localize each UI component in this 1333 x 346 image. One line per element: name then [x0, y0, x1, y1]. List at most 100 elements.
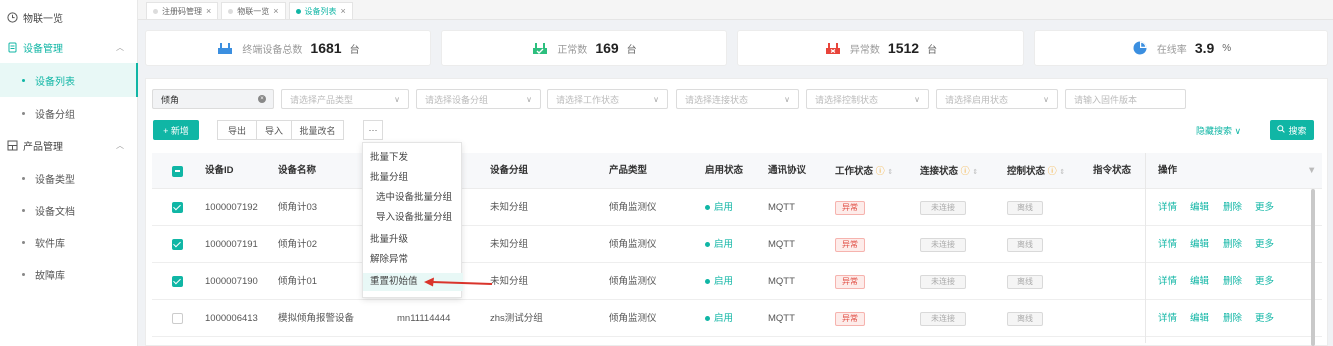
info-icon[interactable]: ⓘ [876, 166, 885, 176]
row-checkbox[interactable] [172, 239, 183, 250]
detail-link[interactable]: 详情 [1158, 263, 1177, 300]
cell-device-id: 1000007190 [205, 276, 258, 287]
info-icon[interactable]: ⓘ [1048, 166, 1057, 176]
sort-icon[interactable]: ⇕ [887, 169, 893, 176]
sort-icon[interactable]: ⇕ [972, 169, 978, 176]
header-label: 连接状态 [920, 166, 959, 177]
header-product-type: 产品类型 [609, 165, 648, 176]
table-row[interactable]: 1000007192 倾角计03 未知分组 倾角监测仪 启用 MQTT 异常 未… [152, 189, 1322, 226]
header-connect-status[interactable]: 连接状态 ⓘ ⇕ [920, 153, 978, 189]
firmware-version-input[interactable]: 请输入固件版本 [1065, 89, 1186, 109]
device-group-select[interactable]: 请选择设备分组 ∨ [416, 89, 541, 109]
stat-unit: 台 [626, 44, 637, 56]
cell-product-type: 倾角监测仪 [609, 239, 657, 250]
more-actions-button[interactable]: ··· [363, 120, 383, 140]
more-link[interactable]: 更多 [1255, 263, 1274, 300]
header-actions: 操作 [1158, 165, 1178, 176]
stat-value: 1512 [887, 40, 920, 56]
sidebar-item-device-list[interactable]: 设备列表 [0, 63, 138, 97]
more-link[interactable]: 更多 [1255, 300, 1274, 337]
row-checkbox[interactable] [172, 313, 183, 324]
edit-link[interactable]: 编辑 [1190, 300, 1209, 337]
clear-icon[interactable]: × [258, 95, 266, 103]
detail-link[interactable]: 详情 [1158, 189, 1177, 226]
sidebar-item-label: 设备列表 [35, 76, 75, 88]
cell-product-type: 倾角监测仪 [609, 202, 657, 213]
menu-item-clear-exception[interactable]: 解除异常 [363, 251, 463, 269]
stat-normal-devices: 正常数 169 台 [441, 30, 727, 66]
sidebar-group-device-management[interactable]: 设备管理 ︿ [0, 30, 138, 64]
connect-status-badge: 未连接 [920, 275, 966, 289]
menu-item-batch-group-import[interactable]: 导入设备批量分组 [363, 209, 463, 227]
tab-label: 注册码管理 [162, 6, 202, 16]
select-placeholder: 请选择产品类型 [290, 94, 354, 105]
cell-protocol: MQTT [768, 239, 795, 250]
delete-link[interactable]: 删除 [1223, 226, 1242, 263]
delete-link[interactable]: 删除 [1223, 189, 1242, 226]
edit-link[interactable]: 编辑 [1190, 189, 1209, 226]
delete-link[interactable]: 删除 [1223, 263, 1242, 300]
hide-search-toggle[interactable]: 隐藏搜索 ∨ [1196, 124, 1241, 137]
batch-rename-button[interactable]: 批量改名 [291, 120, 344, 140]
search-button[interactable]: 搜索 [1270, 120, 1314, 140]
menu-item-batch-group[interactable]: 批量分组 [363, 169, 463, 187]
header-control-status[interactable]: 控制状态 ⓘ ⇕ [1007, 153, 1065, 189]
menu-item-batch-upgrade[interactable]: 批量升级 [363, 231, 463, 249]
work-status-badge: 异常 [835, 201, 865, 215]
work-status-select[interactable]: 请选择工作状态 ∨ [547, 89, 668, 109]
tab-registration-code[interactable]: 注册码管理 × [146, 2, 219, 19]
keyword-filter-input[interactable]: 倾角 × [152, 89, 274, 109]
connect-status-select[interactable]: 请选择连接状态 ∨ [676, 89, 799, 109]
row-checkbox[interactable] [172, 276, 183, 287]
edit-link[interactable]: 编辑 [1190, 226, 1209, 263]
header-device-name: 设备名称 [278, 165, 317, 176]
header-protocol: 通讯协议 [768, 165, 807, 176]
row-checkbox[interactable] [172, 202, 183, 213]
detail-link[interactable]: 详情 [1158, 300, 1177, 337]
delete-link[interactable]: 删除 [1223, 300, 1242, 337]
sidebar-item-label: 设备管理 [23, 43, 63, 55]
more-link[interactable]: 更多 [1255, 189, 1274, 226]
product-type-select[interactable]: 请选择产品类型 ∨ [281, 89, 409, 109]
sidebar-item-device-docs[interactable]: 设备文档 [0, 193, 138, 227]
close-icon[interactable]: × [273, 6, 278, 16]
control-status-select[interactable]: 请选择控制状态 ∨ [806, 89, 929, 109]
header-work-status[interactable]: 工作状态 ⓘ ⇕ [835, 153, 893, 189]
select-placeholder: 请选择工作状态 [556, 94, 620, 105]
table-row[interactable]: 1000007190 倾角计01 未知分组 倾角监测仪 启用 MQTT 异常 未… [152, 263, 1322, 300]
tab-overview[interactable]: 物联一览 × [221, 2, 286, 19]
sidebar-item-overview[interactable]: 物联一览 [0, 0, 138, 34]
close-icon[interactable]: × [206, 6, 211, 16]
sidebar-item-device-type[interactable]: 设备类型 [0, 161, 138, 195]
filter-icon[interactable]: ▼ [1307, 153, 1316, 189]
menu-item-batch-dispatch[interactable]: 批量下发 [363, 149, 463, 167]
close-icon[interactable]: × [341, 6, 346, 16]
stat-unit: % [1222, 42, 1232, 54]
menu-item-batch-group-selected[interactable]: 选中设备批量分组 [363, 189, 463, 207]
cell-device-name: 倾角计01 [278, 276, 318, 287]
more-link[interactable]: 更多 [1255, 226, 1274, 263]
table-row[interactable]: 1000007191 倾角计02 未知分组 倾角监测仪 启用 MQTT 异常 未… [152, 226, 1322, 263]
sidebar-item-fault-library[interactable]: 故障库 [0, 257, 138, 291]
export-button[interactable]: 导出 [217, 120, 257, 140]
enable-label: 启用 [714, 276, 734, 287]
edit-link[interactable]: 编辑 [1190, 263, 1209, 300]
sidebar-item-software-library[interactable]: 软件库 [0, 225, 138, 259]
enable-status-select[interactable]: 请选择启用状态 ∨ [936, 89, 1058, 109]
enable-label: 启用 [714, 313, 734, 324]
normal-device-icon [531, 40, 549, 56]
sort-icon[interactable]: ⇕ [1059, 169, 1065, 176]
add-device-button[interactable]: + 新增 [153, 120, 199, 140]
table-row[interactable]: 1000006413 模拟倾角报警设备 mn11114444 zhs测试分组 倾… [152, 300, 1322, 337]
vertical-scrollbar[interactable] [1311, 189, 1315, 346]
tab-device-list[interactable]: 设备列表 × [288, 2, 353, 19]
chevron-up-icon: ︿ [116, 140, 124, 150]
sidebar-group-product-management[interactable]: 产品管理 ︿ [0, 128, 138, 162]
select-all-checkbox[interactable] [172, 166, 183, 177]
info-icon[interactable]: ⓘ [961, 166, 970, 176]
import-button[interactable]: 导入 [256, 120, 292, 140]
sidebar-item-device-group[interactable]: 设备分组 [0, 96, 138, 130]
select-placeholder: 请选择设备分组 [425, 94, 489, 105]
detail-link[interactable]: 详情 [1158, 226, 1177, 263]
connect-status-badge: 未连接 [920, 238, 966, 252]
